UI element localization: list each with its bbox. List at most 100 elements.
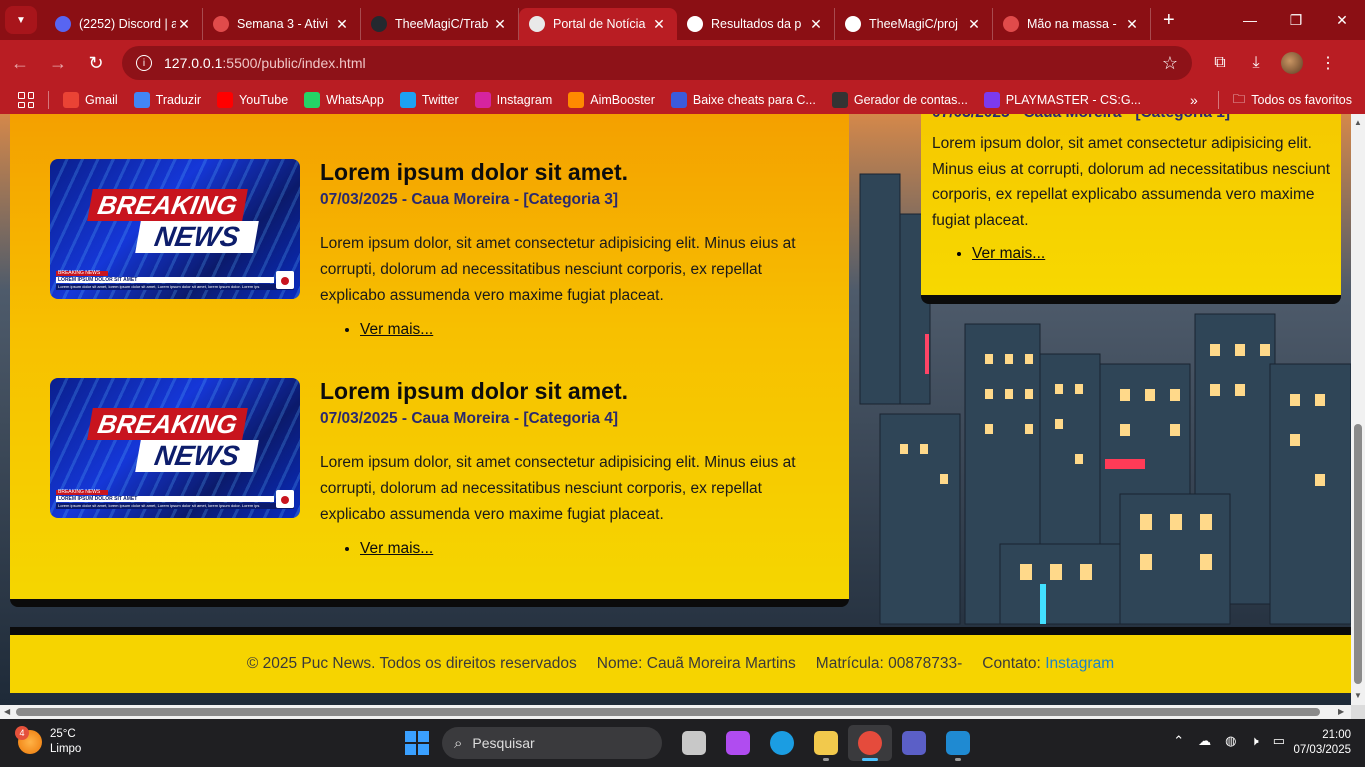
- extensions-icon[interactable]: ⧉: [1202, 45, 1238, 81]
- system-tray: ⌃ ☁ ◍ 🕨 ▭: [1173, 733, 1285, 749]
- battery-icon[interactable]: ▭: [1273, 733, 1285, 749]
- instagram-link[interactable]: Instagram: [1045, 655, 1114, 672]
- bookmark-item[interactable]: Gerador de contas...: [831, 92, 968, 108]
- tab-close-icon[interactable]: ✕: [176, 16, 192, 33]
- scroll-up-icon[interactable]: ▲: [1354, 118, 1362, 127]
- tab-close-icon[interactable]: ✕: [492, 16, 508, 33]
- chrome-icon: [858, 731, 882, 755]
- network-icon[interactable]: ◍: [1225, 733, 1236, 749]
- profile-avatar[interactable]: [1274, 45, 1310, 81]
- bookmark-item[interactable]: Gmail: [63, 92, 118, 108]
- tab-title: TheeMagiC/Trab: [395, 17, 489, 31]
- scroll-left-icon[interactable]: ◀: [4, 707, 10, 716]
- page-viewport: BREAKING NEWS BREAKING NEWS LOREM IPSUM DOL…: [0, 114, 1351, 705]
- bookmark-item[interactable]: WhatsApp: [304, 92, 384, 108]
- weather-temp: 25°C: [50, 728, 76, 740]
- bookmark-item[interactable]: Baixe cheats para C...: [670, 92, 816, 108]
- vscode-icon: [946, 731, 970, 755]
- scroll-down-icon[interactable]: ▼: [1354, 691, 1362, 700]
- side-article-more: Ver mais...: [952, 245, 1045, 263]
- cloud-icon[interactable]: ☁: [1198, 733, 1211, 749]
- taskbar-app-chrome[interactable]: [848, 725, 892, 761]
- tab-close-icon[interactable]: ✕: [651, 16, 667, 33]
- scroll-right-icon[interactable]: ▶: [1338, 707, 1344, 716]
- site-info-icon[interactable]: i: [136, 55, 152, 71]
- reload-button[interactable]: ↻: [78, 45, 114, 81]
- vertical-scrollbar[interactable]: ▲ ▼: [1351, 114, 1365, 705]
- browser-tab[interactable]: Mão na massa - ✕: [993, 8, 1151, 40]
- taskbar-app-file-explorer[interactable]: [804, 725, 848, 761]
- tab-close-icon[interactable]: ✕: [334, 16, 350, 33]
- download-icon[interactable]: ⤓: [1238, 45, 1274, 81]
- back-button[interactable]: ←: [2, 45, 38, 81]
- taskbar-app-vscode[interactable]: [936, 725, 980, 761]
- thumb-ticker-tag: BREAKING NEWS: [56, 490, 108, 495]
- restore-icon[interactable]: ❐: [1273, 0, 1319, 40]
- start-button[interactable]: [405, 731, 429, 755]
- bookmark-item[interactable]: Traduzir: [133, 92, 202, 108]
- browser-tab[interactable]: TheeMagiC/Trab ✕: [361, 8, 519, 40]
- browser-tab[interactable]: (2252) Discord | a ✕: [45, 8, 203, 40]
- bookmark-item[interactable]: Instagram: [474, 92, 552, 108]
- file-explorer-icon: [814, 731, 838, 755]
- tab-close-icon[interactable]: ✕: [1124, 16, 1140, 33]
- browser-tab[interactable]: TheeMagiC/proj ✕: [835, 8, 993, 40]
- edge-icon: [770, 731, 794, 755]
- tab-search-button[interactable]: ▼: [5, 6, 37, 34]
- browser-tab[interactable]: Portal de Notícia ✕: [519, 8, 677, 40]
- horizontal-scrollbar[interactable]: ◀ ▶: [0, 705, 1351, 719]
- address-bar[interactable]: i 127.0.0.1:5500/public/index.html ☆: [122, 46, 1192, 80]
- taskbar-app-copilot[interactable]: [716, 725, 760, 761]
- bookmark-item[interactable]: AimBooster: [568, 92, 655, 108]
- taskbar-app-edge[interactable]: [760, 725, 804, 761]
- page-footer: © 2025 Puc News. Todos os direitos reser…: [10, 627, 1351, 693]
- tab-close-icon[interactable]: ✕: [808, 16, 824, 33]
- bookmark-item[interactable]: YouTube: [217, 92, 288, 108]
- browser-tab[interactable]: Semana 3 - Ativi ✕: [203, 8, 361, 40]
- bookmark-label: Twitter: [421, 93, 459, 107]
- close-window-icon[interactable]: ✕: [1319, 0, 1365, 40]
- minimize-icon[interactable]: —: [1227, 0, 1273, 40]
- bookmark-star-icon[interactable]: ☆: [1162, 53, 1178, 74]
- taskbar-app-task-view[interactable]: [672, 725, 716, 761]
- clock-date: 07/03/2025: [1293, 744, 1351, 756]
- all-bookmarks-button[interactable]: 🗀 Todos os favoritos: [1233, 90, 1352, 111]
- volume-muted-icon[interactable]: 🕨: [1251, 733, 1259, 749]
- weather-desc: Limpo: [50, 743, 82, 755]
- bookmark-label: Gerador de contas...: [853, 93, 968, 107]
- copilot-icon: [726, 731, 750, 755]
- horizontal-scroll-thumb[interactable]: [16, 708, 1320, 716]
- article-title: Lorem ipsum dolor sit amet.: [320, 378, 628, 404]
- read-more-link[interactable]: Ver mais...: [360, 321, 433, 338]
- clock[interactable]: 21:00 07/03/2025: [1293, 728, 1351, 758]
- bookmark-label: Traduzir: [155, 93, 202, 107]
- bookmark-favicon-icon: [133, 92, 150, 108]
- tab-favicon-icon: [687, 16, 703, 32]
- taskbar-search[interactable]: ⌕ Pesquisar: [442, 727, 662, 759]
- bookmark-item[interactable]: PLAYMASTER - CS:G...: [983, 92, 1142, 108]
- new-tab-button[interactable]: +: [1163, 9, 1175, 32]
- tab-favicon-icon: [529, 16, 545, 32]
- bookmark-label: YouTube: [239, 93, 289, 107]
- bookmarks-bar: Gmail Traduzir YouTube WhatsApp Twitter Insta…: [0, 86, 1365, 114]
- chevron-up-icon[interactable]: ⌃: [1173, 733, 1184, 749]
- bookmark-item[interactable]: Twitter: [399, 92, 459, 108]
- vertical-scroll-thumb[interactable]: [1354, 424, 1362, 684]
- bookmark-label: PLAYMASTER - CS:G...: [1005, 93, 1142, 107]
- more-bookmarks-icon[interactable]: »: [1190, 92, 1198, 108]
- side-read-more-link[interactable]: Ver mais...: [972, 245, 1045, 262]
- chevron-down-icon: ▼: [16, 14, 26, 26]
- weather-widget[interactable]: 4 25°C Limpo: [15, 726, 82, 757]
- tab-close-icon[interactable]: ✕: [966, 16, 982, 33]
- menu-icon[interactable]: ⋮: [1310, 45, 1346, 81]
- taskbar-app-teams[interactable]: [892, 725, 936, 761]
- bookmark-label: WhatsApp: [326, 93, 384, 107]
- thumb-breaking-text: BREAKING: [87, 189, 248, 221]
- footer-contact-label: Contato:: [982, 655, 1041, 672]
- apps-grid-icon[interactable]: [18, 92, 34, 108]
- bookmark-favicon-icon: [304, 92, 321, 108]
- teams-icon: [902, 731, 926, 755]
- forward-button[interactable]: →: [40, 45, 76, 81]
- read-more-link[interactable]: Ver mais...: [360, 540, 433, 557]
- browser-tab[interactable]: Resultados da p ✕: [677, 8, 835, 40]
